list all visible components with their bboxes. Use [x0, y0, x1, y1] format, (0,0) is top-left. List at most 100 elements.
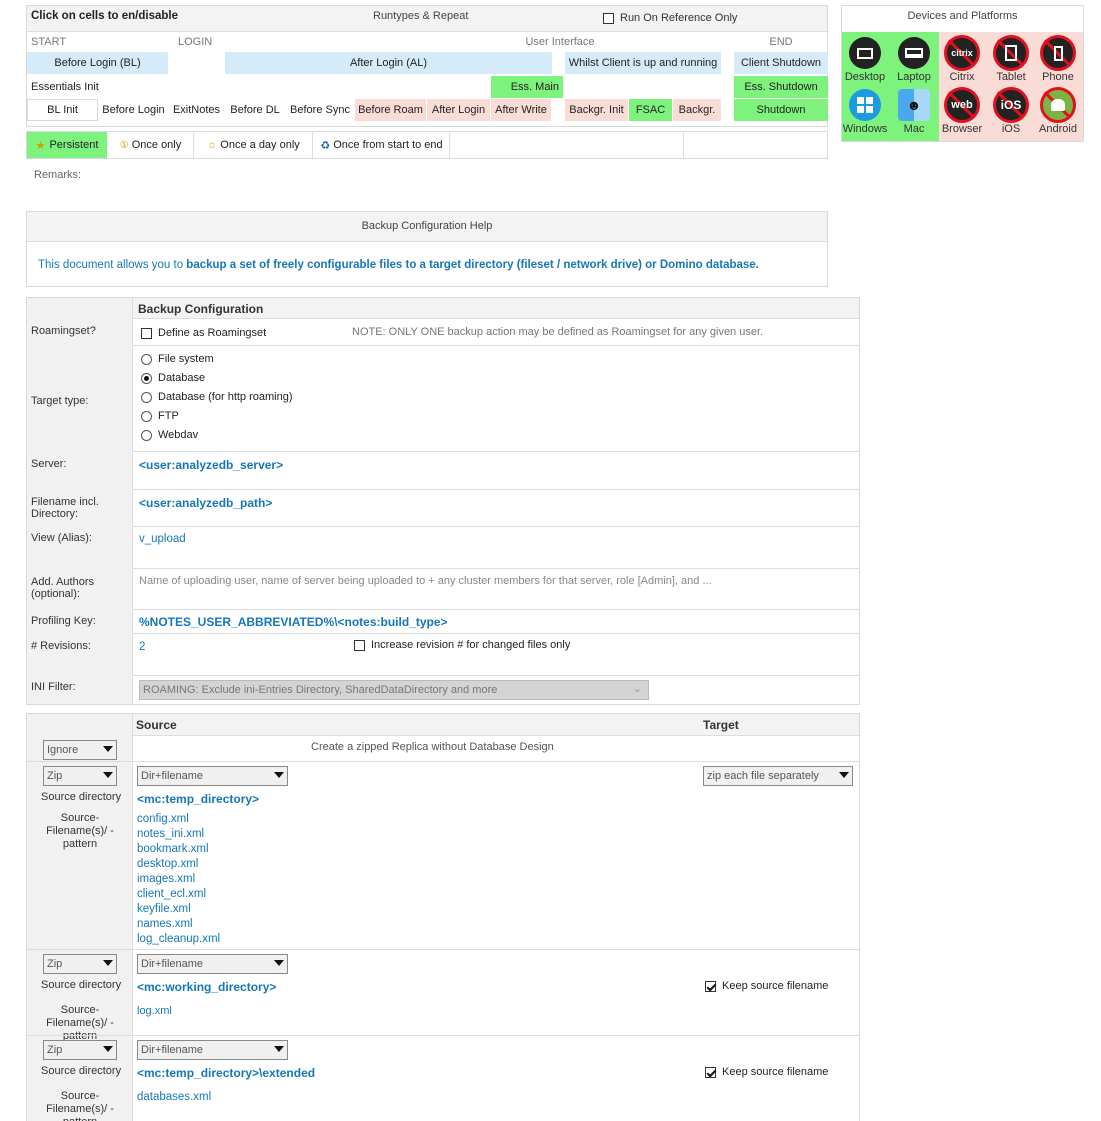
radio-button-selected[interactable]: [141, 372, 152, 384]
ignore-mode-select[interactable]: Ignore: [43, 740, 117, 760]
device-browser[interactable]: web Browser: [939, 87, 985, 135]
repeat-persistent[interactable]: ★ Persistent: [27, 132, 107, 158]
file-item[interactable]: desktop.xml: [137, 857, 220, 872]
file-item[interactable]: bookmark.xml: [137, 842, 220, 857]
entry1-src-dir-label: Source directory: [41, 791, 122, 803]
device-windows[interactable]: Windows: [842, 89, 888, 135]
entry1-mode-select[interactable]: Zip: [43, 766, 117, 786]
target-option-database-http[interactable]: Database (for http roaming): [141, 391, 293, 403]
device-mac[interactable]: ☻ Mac: [891, 89, 937, 135]
entry2-dir[interactable]: <mc:working_directory>: [137, 980, 276, 994]
server-value[interactable]: <user:analyzedb_server>: [139, 458, 283, 472]
cell-bl-init[interactable]: BL Init: [27, 99, 98, 121]
cell-ess-main[interactable]: Ess. Main: [491, 76, 563, 98]
keep-filename-checkbox[interactable]: [705, 980, 716, 992]
server-label: Server:: [31, 458, 67, 470]
cell-exitnotes[interactable]: ExitNotes: [169, 99, 224, 121]
entry3-type-select[interactable]: Dir+filename: [137, 1040, 288, 1060]
file-item[interactable]: keyfile.xml: [137, 902, 220, 917]
device-laptop[interactable]: Laptop: [891, 37, 937, 83]
row-divider: [133, 489, 859, 490]
filename-value[interactable]: <user:analyzedb_path>: [139, 496, 272, 510]
roamingset-checkbox-row[interactable]: Define as Roamingset: [141, 327, 266, 339]
radio-button[interactable]: [141, 391, 152, 403]
repeat-once-start-end[interactable]: ♻ Once from start to end: [314, 132, 450, 158]
entry3-keep-filename[interactable]: Keep source filename: [705, 1066, 828, 1078]
keep-filename-checkbox[interactable]: [705, 1066, 716, 1078]
entry2-type-value: Dir+filename: [141, 958, 204, 970]
cell-before-roam[interactable]: Before Roam: [355, 99, 426, 121]
file-item[interactable]: client_ecl.xml: [137, 887, 220, 902]
entry2-type-select[interactable]: Dir+filename: [137, 954, 288, 974]
dropdown-arrow-icon: [274, 1046, 284, 1052]
file-item[interactable]: notes_ini.xml: [137, 827, 220, 842]
radio-button[interactable]: [141, 410, 152, 422]
file-item[interactable]: log_cleanup.xml: [137, 932, 220, 947]
entry1-dir[interactable]: <mc:temp_directory>: [137, 792, 259, 806]
repeat-once-a-day[interactable]: ☼ Once a day only: [195, 132, 313, 158]
profiling-value[interactable]: %NOTES_USER_ABBREVIATED%\<notes:build_ty…: [139, 615, 448, 629]
cell-after-login[interactable]: After Login: [427, 99, 490, 121]
cell-essentials-init[interactable]: Essentials Init: [27, 76, 168, 98]
run-on-reference-checkbox[interactable]: [603, 12, 614, 24]
device-citrix[interactable]: citrix Citrix: [939, 35, 985, 83]
entry1-target-select[interactable]: zip each file separately: [703, 766, 853, 786]
cell-before-dl[interactable]: Before DL: [225, 99, 285, 121]
revisions-value[interactable]: 2: [139, 641, 145, 653]
device-desktop[interactable]: Desktop: [842, 37, 888, 83]
target-option-ftp[interactable]: FTP: [141, 410, 179, 422]
cell-backgr-init[interactable]: Backgr. Init: [565, 99, 628, 121]
run-on-reference[interactable]: Run On Reference Only: [603, 12, 737, 24]
ini-filter-select[interactable]: ROAMING: Exclude ini-Entries Directory, …: [139, 680, 649, 700]
cell-after-login-al[interactable]: After Login (AL): [225, 52, 552, 74]
file-item[interactable]: databases.xml: [137, 1091, 211, 1103]
keep-filename-label: Keep source filename: [722, 1066, 829, 1078]
roamingset-checkbox[interactable]: [141, 327, 152, 339]
cell-before-login-bl[interactable]: Before Login (BL): [27, 52, 168, 74]
radio-button[interactable]: [141, 429, 152, 441]
device-ios[interactable]: iOS iOS: [988, 87, 1034, 135]
entry3-mode-value: Zip: [47, 1044, 63, 1056]
revisions-checkbox-row[interactable]: Increase revision # for changed files on…: [354, 639, 570, 651]
cell-before-sync[interactable]: Before Sync: [286, 99, 354, 121]
desktop-icon: [849, 37, 881, 69]
target-option-label: Database: [158, 372, 206, 384]
view-label: View (Alias):: [31, 532, 92, 544]
entry3-mode-select[interactable]: Zip: [43, 1040, 117, 1060]
cell-client-shutdown[interactable]: Client Shutdown: [734, 52, 828, 74]
row-divider: [133, 526, 859, 527]
cell-ess-shutdown[interactable]: Ess. Shutdown: [734, 76, 828, 98]
cell-shutdown[interactable]: Shutdown: [734, 99, 828, 121]
radio-button[interactable]: [141, 353, 152, 365]
entry1-type-select[interactable]: Dir+filename: [137, 766, 288, 786]
cell-before-login[interactable]: Before Login: [99, 99, 168, 121]
row-divider: [27, 1035, 859, 1036]
row-divider: [133, 345, 859, 346]
entry3-dir[interactable]: <mc:temp_directory>\extended: [137, 1066, 315, 1080]
cell-backgr[interactable]: Backgr.: [673, 99, 721, 121]
revisions-checkbox[interactable]: [354, 639, 365, 651]
entry2-keep-filename[interactable]: Keep source filename: [705, 980, 828, 992]
file-item[interactable]: config.xml: [137, 812, 220, 827]
view-value[interactable]: v_upload: [139, 533, 186, 545]
target-option-webdav[interactable]: Webdav: [141, 429, 198, 441]
sun-icon: ☼: [207, 139, 218, 151]
target-option-filesystem[interactable]: File system: [141, 353, 214, 365]
repeat-once-only[interactable]: ① Once only: [108, 132, 194, 158]
file-item[interactable]: images.xml: [137, 872, 220, 887]
cell-fsac[interactable]: FSAC: [629, 99, 672, 121]
cell-after-write[interactable]: After Write: [491, 99, 551, 121]
target-option-database[interactable]: Database: [141, 372, 205, 384]
file-item[interactable]: log.xml: [137, 1005, 172, 1017]
authors-input[interactable]: Name of uploading user, name of server b…: [139, 575, 712, 587]
cycle-icon: ♻: [320, 139, 331, 152]
entry2-mode-select[interactable]: Zip: [43, 954, 117, 974]
target-option-label: Webdav: [158, 429, 199, 441]
device-android[interactable]: Android: [1035, 87, 1081, 135]
runtypes-title: Runtypes & Repeat: [373, 10, 469, 22]
device-phone[interactable]: Phone: [1035, 35, 1081, 83]
device-tablet[interactable]: Tablet: [988, 35, 1034, 83]
dropdown-arrow-icon: [103, 772, 113, 778]
file-item[interactable]: names.xml: [137, 917, 220, 932]
cell-whilst-running[interactable]: Whilst Client is up and running: [565, 52, 721, 74]
